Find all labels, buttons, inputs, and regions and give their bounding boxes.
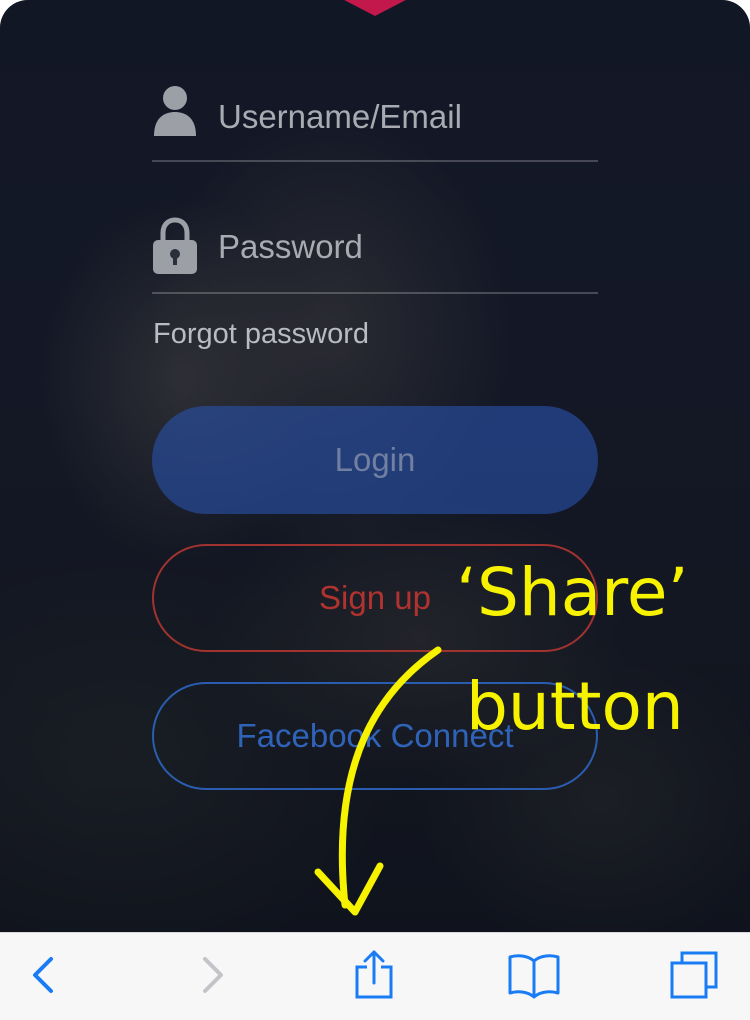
background-photo: Username/Email Password Forgot password …	[0, 0, 750, 932]
tabs-button[interactable]	[654, 933, 734, 1020]
forward-icon	[197, 955, 227, 1000]
browser-toolbar	[0, 932, 750, 1020]
password-placeholder: Password	[218, 228, 363, 265]
bookmarks-button[interactable]	[494, 933, 574, 1020]
username-field[interactable]: Username/Email	[152, 86, 598, 162]
username-placeholder: Username/Email	[218, 98, 462, 135]
share-icon	[353, 949, 395, 1006]
forgot-password-link[interactable]: Forgot password	[153, 318, 369, 351]
tabs-icon	[669, 950, 719, 1005]
login-button[interactable]: Login	[152, 406, 598, 514]
signup-button[interactable]: Sign up	[152, 544, 598, 652]
facebook-connect-button[interactable]: Facebook Connect	[152, 682, 598, 790]
back-icon	[29, 955, 59, 1000]
back-button[interactable]	[4, 933, 84, 1020]
share-button[interactable]	[334, 933, 414, 1020]
forward-button[interactable]	[172, 933, 252, 1020]
password-field[interactable]: Password	[152, 217, 598, 294]
user-icon	[152, 84, 198, 144]
lock-icon	[152, 216, 198, 276]
phone-screen: Username/Email Password Forgot password …	[0, 0, 750, 1020]
bookmarks-icon	[507, 951, 561, 1004]
